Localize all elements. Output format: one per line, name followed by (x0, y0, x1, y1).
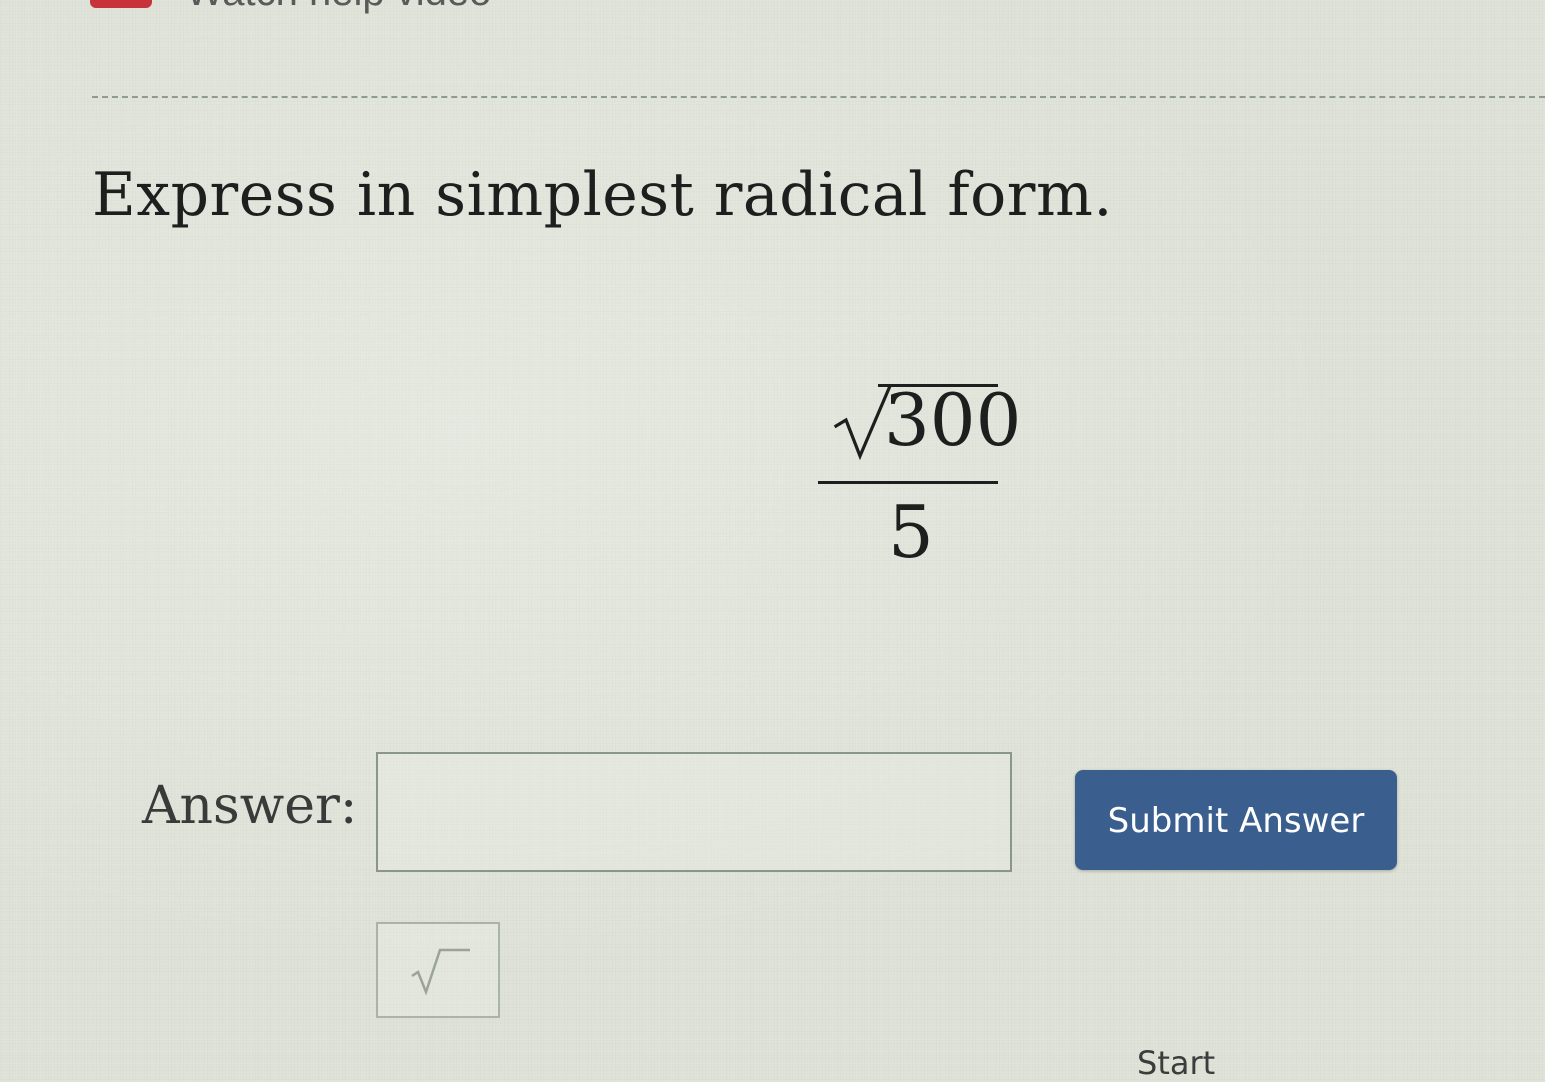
answer-label: Answer: (142, 776, 358, 836)
question-prompt: Express in simplest radical form. (92, 160, 1113, 230)
square-root-icon (411, 948, 470, 996)
video-play-icon[interactable] (90, 0, 152, 8)
math-expression: 300 5 (818, 378, 1021, 574)
square-root-button[interactable] (376, 922, 500, 1018)
help-video-link[interactable]: Watch help video (186, 0, 491, 15)
denominator: 5 (888, 490, 934, 574)
start-link[interactable]: Start (1137, 1044, 1215, 1082)
help-video-header[interactable]: Watch help video (0, 0, 1545, 14)
answer-input[interactable] (376, 752, 1012, 872)
section-divider (92, 96, 1545, 98)
fraction-bar (818, 481, 998, 484)
radicand: 300 (884, 378, 1022, 462)
submit-answer-button[interactable]: Submit Answer (1075, 770, 1397, 870)
